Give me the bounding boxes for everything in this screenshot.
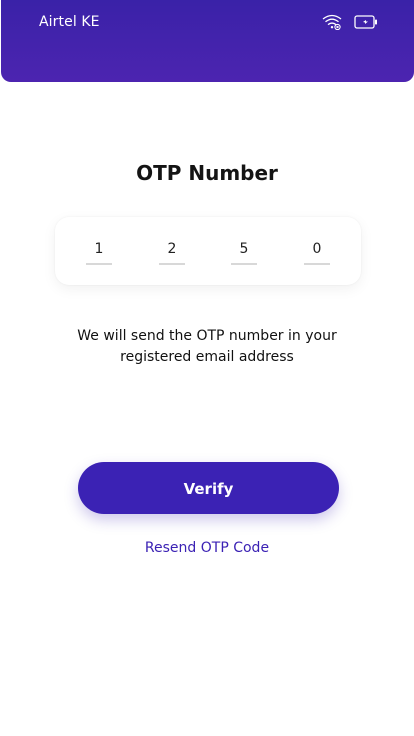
otp-input-2[interactable]: 2 [159, 239, 185, 265]
top-header: Airtel KE [1, 0, 414, 82]
otp-input-3[interactable]: 5 [231, 239, 257, 265]
wifi-icon [322, 14, 342, 30]
verify-button[interactable]: Verify [78, 462, 339, 514]
otp-underline [304, 263, 330, 265]
otp-digit: 1 [94, 241, 104, 257]
otp-digit: 2 [167, 241, 177, 257]
otp-input-1[interactable]: 1 [86, 239, 112, 265]
otp-underline [231, 263, 257, 265]
carrier-name: Airtel KE [39, 14, 100, 30]
otp-digit: 0 [312, 241, 322, 257]
status-icons [322, 14, 378, 30]
otp-input-4[interactable]: 0 [304, 239, 330, 265]
resend-otp-link[interactable]: Resend OTP Code [0, 540, 414, 556]
otp-card: 1 2 5 0 [55, 217, 361, 285]
page-title: OTP Number [136, 161, 278, 185]
helper-text: We will send the OTP number in your regi… [77, 328, 337, 365]
otp-underline [86, 263, 112, 265]
otp-digit: 5 [239, 241, 249, 257]
otp-underline [159, 263, 185, 265]
battery-icon [354, 15, 378, 29]
